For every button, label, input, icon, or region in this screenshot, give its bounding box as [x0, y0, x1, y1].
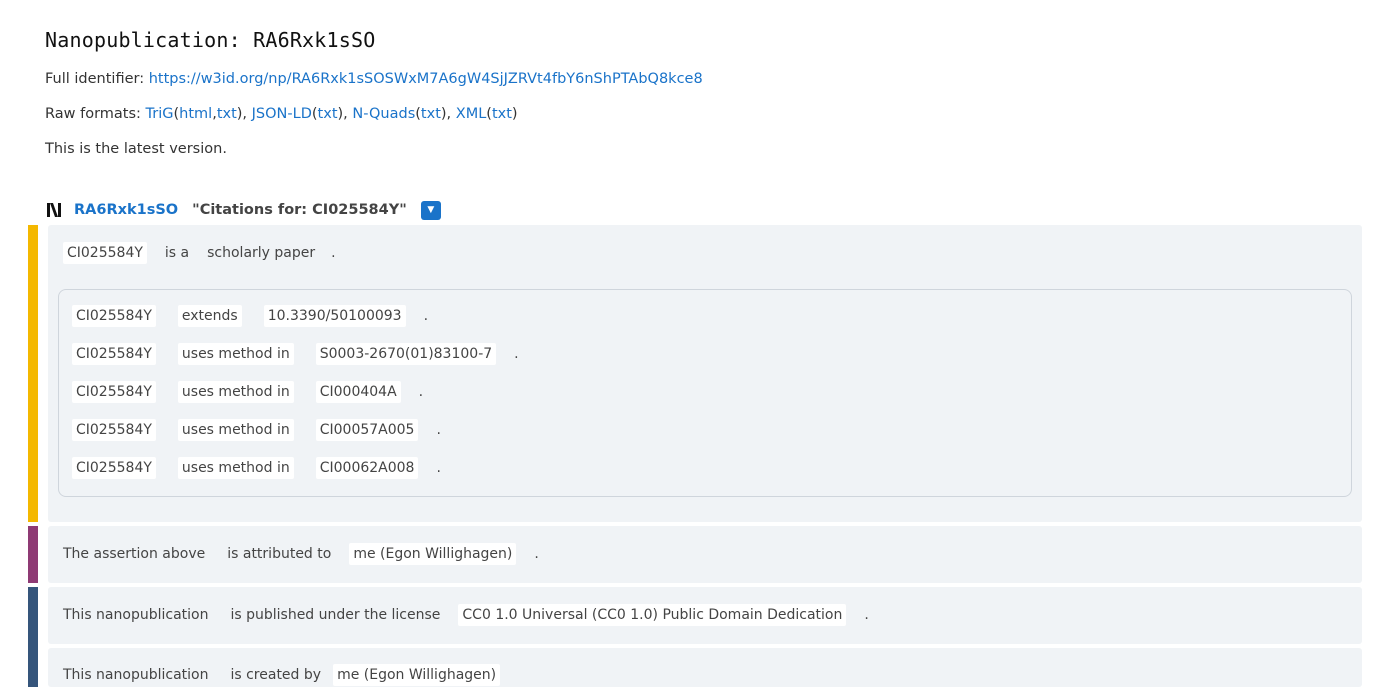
triple-predicate[interactable]: is published under the license [226, 604, 444, 626]
triple-subject[interactable]: CI025584Y [63, 242, 147, 264]
triple-predicate[interactable]: is created by [226, 664, 325, 686]
triple-predicate[interactable]: uses method in [177, 419, 294, 441]
identifier-label: Full identifier: [45, 71, 145, 87]
triple-object[interactable]: CI000404A [315, 381, 401, 403]
triple-subject[interactable]: CI025584Y [72, 381, 156, 403]
triple-object[interactable]: CI00057A005 [315, 419, 419, 441]
triple-subject[interactable]: This nanopublication [59, 664, 212, 686]
format-trig-link[interactable]: TriG [146, 106, 174, 122]
nanopub-logo-icon [47, 203, 61, 217]
triple-end: . [418, 384, 424, 400]
triple-end: . [864, 607, 869, 623]
format-trig-txt-link[interactable]: txt [217, 106, 237, 122]
nanopub-label: "Citations for: CI025584Y" [192, 202, 407, 218]
assertion-top-triple: CI025584Y is a scholarly paper . [63, 242, 338, 264]
triple-predicate[interactable]: uses method in [177, 343, 294, 365]
chevron-down-icon: ▼ [427, 205, 435, 215]
raw-formats-line: Raw formats: TriG(html,txt), JSON-LD(txt… [45, 106, 518, 122]
triple-subject[interactable]: The assertion above [59, 543, 209, 565]
triple-object[interactable]: me (Egon Willighagen) [349, 543, 517, 565]
pubinfo-color-bar [28, 587, 38, 687]
triple-object[interactable]: me (Egon Willighagen) [333, 664, 501, 686]
triple-end: . [423, 308, 429, 324]
triple-end: . [436, 460, 441, 476]
triple-object[interactable]: 10.3390/50100093 [263, 305, 406, 327]
inner-triple-row: CI025584Y uses method in CI000404A . [72, 381, 425, 403]
page-title: Nanopublication: RA6Rxk1sSO [45, 28, 376, 52]
format-xml-txt-link[interactable]: txt [492, 106, 512, 122]
triple-end: . [436, 422, 441, 438]
format-trig-html-link[interactable]: html [179, 106, 212, 122]
triple-end: . [534, 546, 539, 562]
triple-object[interactable]: scholarly paper [203, 242, 319, 264]
inner-triple-row: CI025584Y extends 10.3390/50100093 . [72, 305, 430, 327]
triple-predicate[interactable]: uses method in [177, 381, 294, 403]
triple-subject[interactable]: CI025584Y [72, 457, 156, 479]
triple-object[interactable]: CC0 1.0 Universal (CC0 1.0) Public Domai… [458, 604, 847, 626]
format-jsonld-link[interactable]: JSON-LD [252, 106, 312, 122]
nanopub-id-link[interactable]: RA6Rxk1sSO [74, 202, 178, 218]
triple-subject[interactable]: CI025584Y [72, 305, 156, 327]
assertion-color-bar [28, 225, 38, 522]
pubinfo-triple: This nanopublication is created by me (E… [59, 664, 501, 686]
format-xml-link[interactable]: XML [456, 106, 487, 122]
identifier-link[interactable]: https://w3id.org/np/RA6Rxk1sSOSWxM7A6gW4… [149, 71, 703, 87]
full-identifier-line: Full identifier: https://w3id.org/np/RA6… [45, 71, 703, 87]
format-nquads-txt-link[interactable]: txt [421, 106, 441, 122]
nanopub-header: RA6Rxk1sSO "Citations for: CI025584Y" ▼ [46, 199, 441, 221]
triple-end: . [514, 346, 519, 362]
triple-predicate[interactable]: is a [161, 242, 193, 264]
provenance-color-bar [28, 526, 38, 583]
triple-predicate[interactable]: uses method in [177, 457, 294, 479]
version-note: This is the latest version. [45, 141, 227, 157]
triple-subject[interactable]: This nanopublication [59, 604, 212, 626]
expand-toggle-button[interactable]: ▼ [420, 200, 441, 220]
pubinfo-triple: This nanopublication is published under … [59, 604, 871, 626]
provenance-triple: The assertion above is attributed to me … [59, 543, 541, 565]
triple-predicate[interactable]: extends [177, 305, 242, 327]
raw-formats-label: Raw formats: [45, 106, 141, 122]
triple-object[interactable]: CI00062A008 [315, 457, 419, 479]
inner-triple-row: CI025584Y uses method in CI00057A005 . [72, 419, 443, 441]
triple-end: . [331, 245, 336, 261]
inner-triple-row: CI025584Y uses method in CI00062A008 . [72, 457, 443, 479]
triple-predicate[interactable]: is attributed to [223, 543, 335, 565]
format-jsonld-txt-link[interactable]: txt [318, 106, 338, 122]
format-nquads-link[interactable]: N-Quads [352, 106, 415, 122]
triple-subject[interactable]: CI025584Y [72, 419, 156, 441]
triple-subject[interactable]: CI025584Y [72, 343, 156, 365]
inner-triple-row: CI025584Y uses method in S0003-2670(01)8… [72, 343, 521, 365]
triple-object[interactable]: S0003-2670(01)83100-7 [315, 343, 497, 365]
